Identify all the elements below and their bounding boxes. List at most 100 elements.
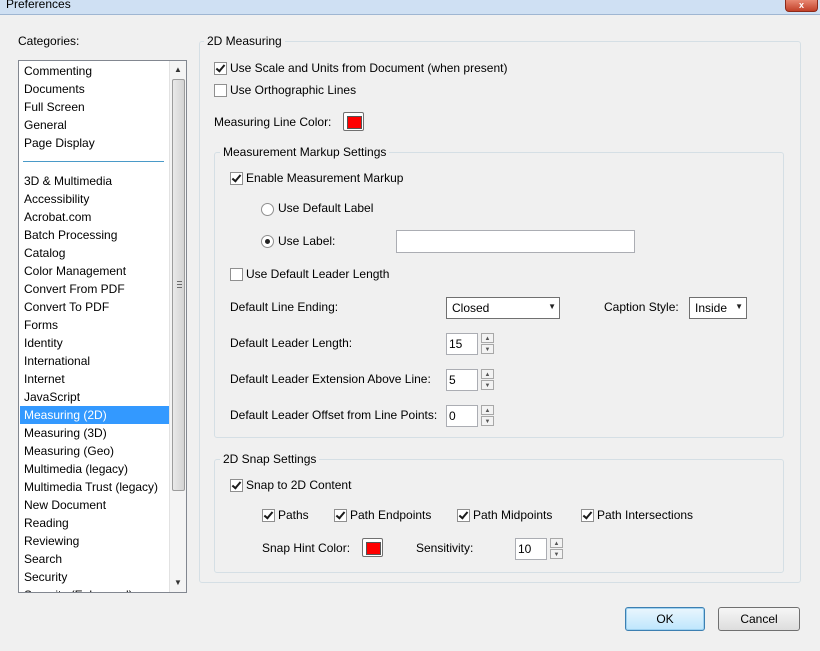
snap-legend: 2D Snap Settings: [220, 452, 320, 466]
path-endpoints-label: Path Endpoints: [350, 508, 432, 522]
category-item[interactable]: Measuring (Geo): [20, 442, 171, 460]
category-item[interactable]: Commenting: [20, 62, 171, 80]
scroll-thumb[interactable]: [172, 79, 185, 491]
paths-checkbox[interactable]: [262, 509, 275, 522]
paths-label: Paths: [278, 508, 309, 522]
categories-list[interactable]: Commenting Documents Full Screen General Pag…: [18, 60, 187, 593]
scroll-up-icon[interactable]: ▲: [170, 61, 186, 78]
sensitivity-input[interactable]: 10: [515, 538, 547, 560]
orthographic-label: Use Orthographic Lines: [230, 83, 357, 97]
use-label-text: Use Label:: [278, 234, 336, 248]
category-item[interactable]: JavaScript: [20, 388, 171, 406]
snap-content-checkbox[interactable]: [230, 479, 243, 492]
enable-markup-checkbox[interactable]: [230, 172, 243, 185]
snap-hint-color-label: Snap Hint Color:: [262, 541, 351, 555]
measuring-legend: 2D Measuring: [204, 34, 285, 48]
category-item[interactable]: International: [20, 352, 171, 370]
caption-style-label: Caption Style:: [604, 300, 679, 314]
leader-offset-input[interactable]: 0: [446, 405, 478, 427]
default-label-radio[interactable]: [261, 203, 274, 216]
use-label-radio[interactable]: [261, 235, 274, 248]
category-item[interactable]: Identity: [20, 334, 171, 352]
sensitivity-stepper[interactable]: ▲ ▼: [550, 538, 563, 560]
markup-group: [214, 152, 784, 438]
markup-legend: Measurement Markup Settings: [220, 145, 390, 159]
arrow-down-icon[interactable]: ▼: [481, 380, 494, 390]
category-separator: [23, 161, 164, 162]
category-item[interactable]: General: [20, 116, 171, 134]
category-item[interactable]: Internet: [20, 370, 171, 388]
category-item[interactable]: Accessibility: [20, 190, 171, 208]
snap-hint-color-picker[interactable]: [362, 538, 383, 557]
enable-markup-label: Enable Measurement Markup: [246, 171, 404, 185]
path-endpoints-checkbox[interactable]: [334, 509, 347, 522]
line-ending-label: Default Line Ending:: [230, 300, 339, 314]
arrow-up-icon[interactable]: ▲: [481, 369, 494, 379]
category-item[interactable]: Acrobat.com: [20, 208, 171, 226]
label-input[interactable]: [396, 230, 635, 253]
category-item[interactable]: Security: [20, 568, 171, 586]
leader-offset-stepper[interactable]: ▲ ▼: [481, 405, 494, 427]
category-item[interactable]: Color Management: [20, 262, 171, 280]
category-item[interactable]: Measuring (3D): [20, 424, 171, 442]
use-scale-label: Use Scale and Units from Document (when …: [230, 61, 508, 75]
line-ending-value: Closed: [452, 301, 490, 315]
path-midpoints-label: Path Midpoints: [473, 508, 553, 522]
category-item[interactable]: Search: [20, 550, 171, 568]
use-scale-checkbox[interactable]: [214, 62, 227, 75]
leader-length-input[interactable]: 15: [446, 333, 478, 355]
category-item[interactable]: Convert To PDF: [20, 298, 171, 316]
line-color-label: Measuring Line Color:: [214, 115, 332, 129]
title-bar: Preferences x: [0, 0, 820, 15]
category-item[interactable]: Multimedia (legacy): [20, 460, 171, 478]
caption-style-value: Inside: [695, 301, 728, 315]
path-intersections-checkbox[interactable]: [581, 509, 594, 522]
category-item[interactable]: Documents: [20, 80, 171, 98]
category-item[interactable]: Page Display: [20, 134, 171, 152]
category-item[interactable]: Forms: [20, 316, 171, 334]
category-item[interactable]: Catalog: [20, 244, 171, 262]
category-item[interactable]: Convert From PDF: [20, 280, 171, 298]
leader-offset-label: Default Leader Offset from Line Points:: [230, 408, 438, 422]
scroll-down-icon[interactable]: ▼: [170, 574, 186, 591]
leader-extension-input[interactable]: 5: [446, 369, 478, 391]
category-item[interactable]: Measuring (2D): [20, 406, 171, 424]
chevron-down-icon: ▼: [735, 302, 743, 311]
line-color-picker[interactable]: [343, 112, 364, 131]
arrow-up-icon[interactable]: ▲: [481, 405, 494, 415]
line-ending-dropdown[interactable]: Closed ▼: [446, 297, 560, 319]
categories-scrollbar[interactable]: ▲ ▼: [169, 61, 186, 592]
leader-length-stepper[interactable]: ▲ ▼: [481, 333, 494, 355]
arrow-down-icon[interactable]: ▼: [481, 416, 494, 426]
category-item[interactable]: Multimedia Trust (legacy): [20, 478, 171, 496]
category-item[interactable]: Batch Processing: [20, 226, 171, 244]
ok-button[interactable]: OK: [625, 607, 705, 631]
path-intersections-label: Path Intersections: [597, 508, 694, 522]
leader-length-label: Default Leader Length:: [230, 336, 353, 350]
arrow-down-icon[interactable]: ▼: [550, 549, 563, 559]
category-item[interactable]: Full Screen: [20, 98, 171, 116]
default-label-text: Use Default Label: [278, 201, 374, 215]
orthographic-checkbox[interactable]: [214, 84, 227, 97]
close-icon: x: [798, 0, 804, 10]
sensitivity-label: Sensitivity:: [416, 541, 474, 555]
leader-extension-label: Default Leader Extension Above Line:: [230, 372, 431, 386]
caption-style-dropdown[interactable]: Inside ▼: [689, 297, 747, 319]
category-item[interactable]: Reading: [20, 514, 171, 532]
line-color-swatch: [347, 116, 362, 129]
category-item[interactable]: Security (Enhanced): [20, 586, 171, 592]
path-midpoints-checkbox[interactable]: [457, 509, 470, 522]
leader-extension-stepper[interactable]: ▲ ▼: [481, 369, 494, 391]
default-leader-label: Use Default Leader Length: [246, 267, 390, 281]
default-leader-checkbox[interactable]: [230, 268, 243, 281]
cancel-button[interactable]: Cancel: [718, 607, 800, 631]
category-item[interactable]: 3D & Multimedia: [20, 172, 171, 190]
close-button[interactable]: x: [785, 0, 818, 12]
window-title: Preferences: [6, 0, 71, 11]
category-item[interactable]: New Document: [20, 496, 171, 514]
arrow-up-icon[interactable]: ▲: [550, 538, 563, 548]
category-item[interactable]: Reviewing: [20, 532, 171, 550]
arrow-down-icon[interactable]: ▼: [481, 344, 494, 354]
arrow-up-icon[interactable]: ▲: [481, 333, 494, 343]
categories-label: Categories:: [18, 34, 80, 48]
